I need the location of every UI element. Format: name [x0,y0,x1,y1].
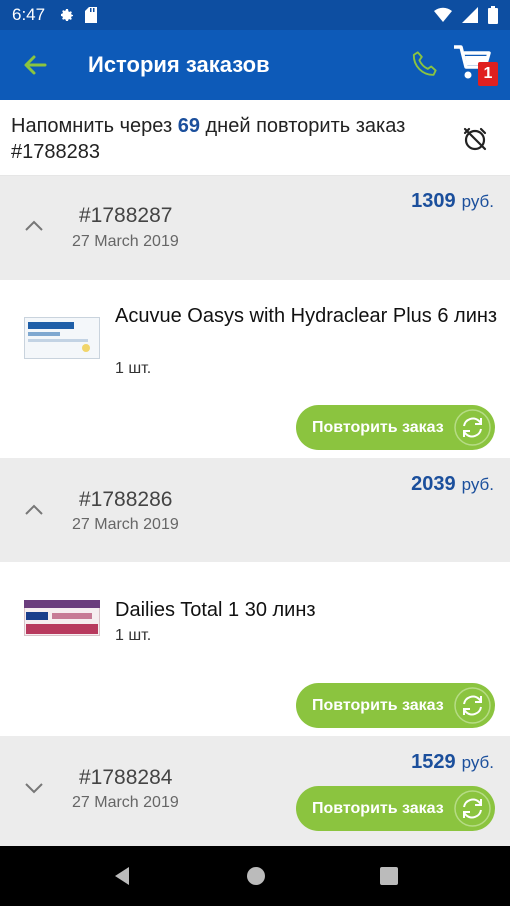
cart-button[interactable]: 1 [452,42,502,88]
order-price: 1529 руб. [411,751,494,773]
nav-home-icon[interactable] [245,865,267,887]
order-number: #1788286 [79,488,173,511]
order-price: 2039 руб. [411,473,494,495]
product-quantity: 1 шт. [115,627,152,644]
product-image-acuvue [24,317,100,359]
alarm-off-icon [463,127,487,151]
chevron-up-icon[interactable] [22,214,46,238]
signal-icon [462,7,478,23]
order-header[interactable]: #1788287 27 March 2019 1309 руб. [0,176,510,280]
battery-icon [488,6,498,24]
order-item: Acuvue Oasys with Hydraclear Plus 6 линз… [0,280,510,458]
back-button[interactable] [0,30,70,100]
call-button[interactable] [404,44,446,86]
order-date: 27 March 2019 [72,233,179,250]
order-header[interactable]: #1788284 27 March 2019 1529 руб. Повторит… [0,736,510,846]
product-image-dailies [24,600,100,636]
order-date: 27 March 2019 [72,794,179,811]
repeat-order-button[interactable]: Повторить заказ [296,683,495,728]
app-bar: История заказов 1 [0,30,510,100]
refresh-icon [454,409,491,446]
order-item: Dailies Total 1 30 линз 1 шт. Повторить … [0,562,510,736]
reminder-days: 69 [177,115,200,137]
repeat-order-button[interactable]: Повторить заказ [296,405,495,450]
order-header[interactable]: #1788286 27 March 2019 2039 руб. [0,458,510,562]
repeat-order-button[interactable]: Повторить заказ [296,786,495,831]
product-quantity: 1 шт. [115,360,152,377]
chevron-down-icon[interactable] [22,776,46,800]
product-name: Dailies Total 1 30 линз [115,599,316,621]
wifi-icon [434,7,452,23]
arrow-left-icon [24,55,47,75]
order-number: #1788287 [79,204,173,227]
system-nav-bar [0,846,510,906]
repeat-reminder: Напомнить через 69 дней повторить заказ … [0,100,510,176]
refresh-icon [454,790,491,827]
nav-recents-icon[interactable] [379,866,399,886]
chevron-up-icon[interactable] [22,498,46,522]
sd-card-icon [85,7,98,23]
phone-icon [412,51,437,76]
status-bar: 6:47 [0,0,510,30]
nav-back-icon[interactable] [111,865,133,887]
reminder-text: Напомнить через 69 дней повторить заказ … [11,115,406,163]
alarm-off-button[interactable] [458,122,492,156]
page-title: История заказов [88,52,270,77]
status-time: 6:47 [12,5,46,24]
order-number: #1788284 [79,766,173,789]
product-name: Acuvue Oasys with Hydraclear Plus 6 линз [115,305,498,327]
cart-count-badge: 1 [478,62,498,86]
order-date: 27 March 2019 [72,516,179,533]
order-price: 1309 руб. [411,190,494,212]
refresh-icon [454,687,491,724]
settings-gear-icon [61,9,74,21]
